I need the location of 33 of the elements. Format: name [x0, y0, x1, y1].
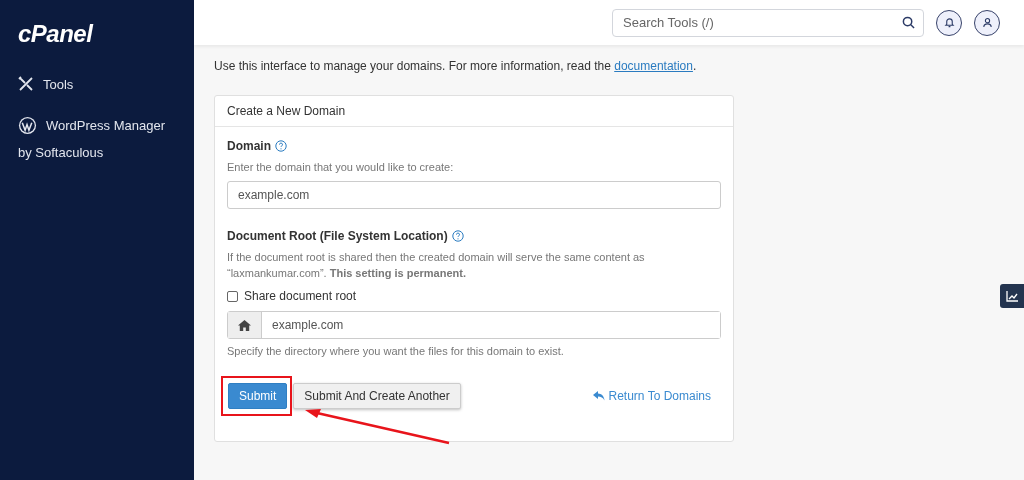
- checkbox[interactable]: [227, 290, 238, 302]
- documentation-link[interactable]: documentation: [614, 59, 693, 73]
- submit-another-button[interactable]: Submit And Create Another: [293, 383, 461, 409]
- notifications-button[interactable]: [936, 9, 962, 36]
- stats-button[interactable]: [1000, 284, 1024, 308]
- card-title: Create a New Domain: [215, 96, 733, 127]
- chart-icon: [1006, 290, 1018, 302]
- wordpress-icon: [18, 116, 37, 135]
- return-link[interactable]: Return To Domains: [592, 389, 711, 403]
- home-icon: [238, 319, 251, 331]
- domain-input[interactable]: example.com: [227, 181, 721, 209]
- field-hint: Enter the domain that you would like to create:: [227, 160, 455, 175]
- field-hint: Specify the directory where you want the files for this domain to exist.: [227, 344, 565, 359]
- search-icon[interactable]: [902, 16, 915, 29]
- user-button[interactable]: [974, 9, 1000, 36]
- submit-button[interactable]: Submit: [228, 383, 288, 409]
- sidebar-item[interactable]: WordPress Manager by Softaculous: [18, 116, 176, 160]
- user-icon: [981, 17, 993, 28]
- field-label: Document Root (File System Location): [227, 229, 448, 243]
- sidebar-item[interactable]: Tools: [18, 76, 176, 92]
- checkbox-label: Share document root: [244, 289, 357, 303]
- intro-text: Use this interface to manage your domains. For more information, read the documentation.: [214, 59, 698, 73]
- help-icon[interactable]: [451, 230, 464, 242]
- bell-icon: [943, 17, 955, 28]
- reply-arrow-icon: [592, 391, 605, 401]
- field-label: Domain: [227, 139, 271, 153]
- tools-icon: [18, 76, 34, 92]
- search-box[interactable]: Search Tools (/): [612, 8, 924, 37]
- cpanel-logo[interactable]: cPanel: [18, 20, 176, 48]
- help-icon[interactable]: [275, 140, 287, 152]
- highlight-box: [221, 376, 293, 416]
- field-hint: If the document root is shared then the created domain will serve the same content as “laxmankumar.com”. This setting is permanent.: [227, 250, 646, 281]
- search-field[interactable]: Search Tools (/): [621, 14, 902, 31]
